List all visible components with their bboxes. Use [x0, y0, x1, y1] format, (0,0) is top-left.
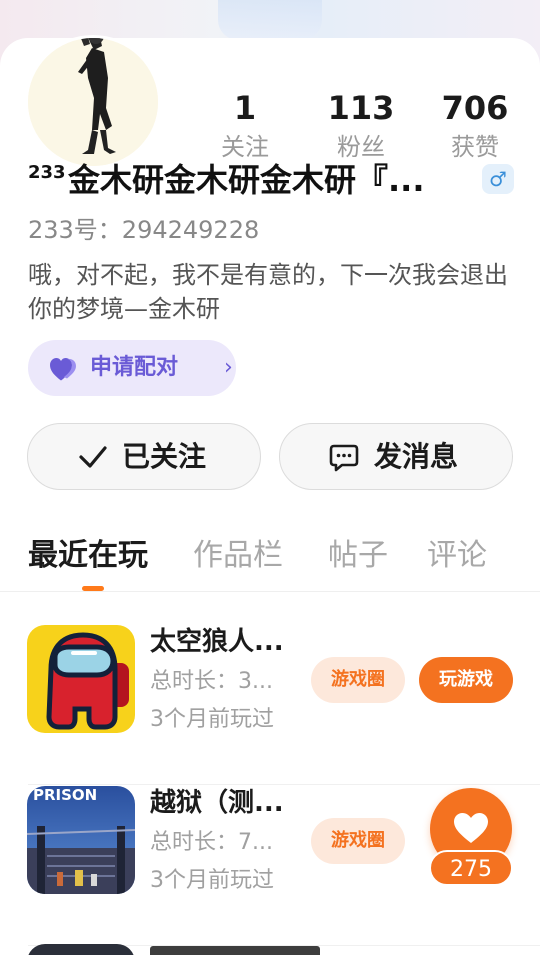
chat-bubble-icon — [329, 444, 359, 472]
game-title-partial — [150, 946, 320, 955]
check-icon — [79, 446, 107, 468]
stat-following-label: 关注 — [221, 133, 269, 161]
name-superscript: 233 — [28, 162, 66, 183]
request-pair-label: 申请配对 — [90, 355, 179, 380]
profile-uid: 233号：294249228 — [28, 216, 260, 244]
row-divider — [28, 784, 540, 785]
stat-following-value: 1 — [233, 89, 257, 127]
stat-fans-value: 113 — [327, 89, 395, 127]
game-title[interactable]: 太空狼人... — [150, 625, 310, 659]
stat-likes-label: 获赞 — [451, 133, 499, 161]
game-icon-among-us[interactable] — [27, 625, 135, 733]
game-circle-button[interactable]: 游戏圈 — [311, 818, 405, 864]
banner-decoration — [218, 0, 322, 40]
game-icon-partial[interactable] — [27, 944, 135, 955]
avatar-figure-icon — [28, 38, 158, 166]
hearts-icon — [50, 358, 76, 381]
stat-fans[interactable]: 113 粉丝 — [316, 90, 406, 162]
prison-icon-text: PRISON — [33, 786, 98, 804]
game-last-played: 3个月前玩过 — [150, 707, 274, 732]
play-game-button[interactable]: 玩游戏 — [419, 657, 513, 703]
tab-recently-played[interactable]: 最近在玩 — [28, 536, 148, 576]
game-circle-button[interactable]: 游戏圈 — [311, 657, 405, 703]
tab-comments[interactable]: 评论 — [427, 536, 487, 576]
gender-male-icon: ♂ — [482, 164, 514, 194]
floating-like-button[interactable]: 275 — [420, 788, 520, 888]
send-message-label: 发消息 — [374, 440, 459, 473]
stat-following[interactable]: 1 关注 — [200, 90, 290, 162]
stats-row: 1 关注 113 粉丝 706 获赞 — [190, 90, 530, 170]
profile-bio: 哦，对不起，我不是有意的，下一次我会退出你的梦境—金木研 — [28, 261, 508, 323]
stat-likes-value: 706 — [441, 89, 509, 127]
crewmate-icon — [27, 625, 135, 733]
followed-label: 已关注 — [122, 440, 207, 473]
profile-name-row: 233 金木研金木研金木研『... — [28, 160, 518, 200]
heart-icon — [454, 813, 488, 843]
game-icon-prison[interactable]: PRISON — [27, 786, 135, 894]
stat-likes[interactable]: 706 获赞 — [430, 90, 520, 162]
tab-posts[interactable]: 帖子 — [328, 536, 388, 576]
game-duration: 总时长：7... — [150, 830, 273, 855]
followed-button[interactable]: 已关注 — [27, 423, 261, 490]
avatar[interactable] — [28, 38, 158, 166]
game-title[interactable]: 越狱（测... — [150, 786, 310, 820]
tab-active-indicator — [82, 586, 104, 591]
request-pair-button[interactable]: 申请配对 › — [28, 340, 236, 396]
game-last-played: 3个月前玩过 — [150, 868, 274, 893]
list-item[interactable]: 太空狼人... 总时长：3... 3个月前玩过 游戏圈 玩游戏 — [0, 625, 540, 785]
profile-tabs: 最近在玩 作品栏 帖子 评论 — [0, 530, 540, 592]
send-message-button[interactable]: 发消息 — [279, 423, 513, 490]
profile-name: 金木研金木研金木研『... — [68, 161, 425, 199]
like-count: 275 — [429, 850, 513, 886]
game-duration: 总时长：3... — [150, 669, 273, 694]
chevron-right-icon: › — [224, 355, 233, 380]
stat-fans-label: 粉丝 — [337, 133, 385, 161]
tab-works[interactable]: 作品栏 — [193, 536, 283, 576]
